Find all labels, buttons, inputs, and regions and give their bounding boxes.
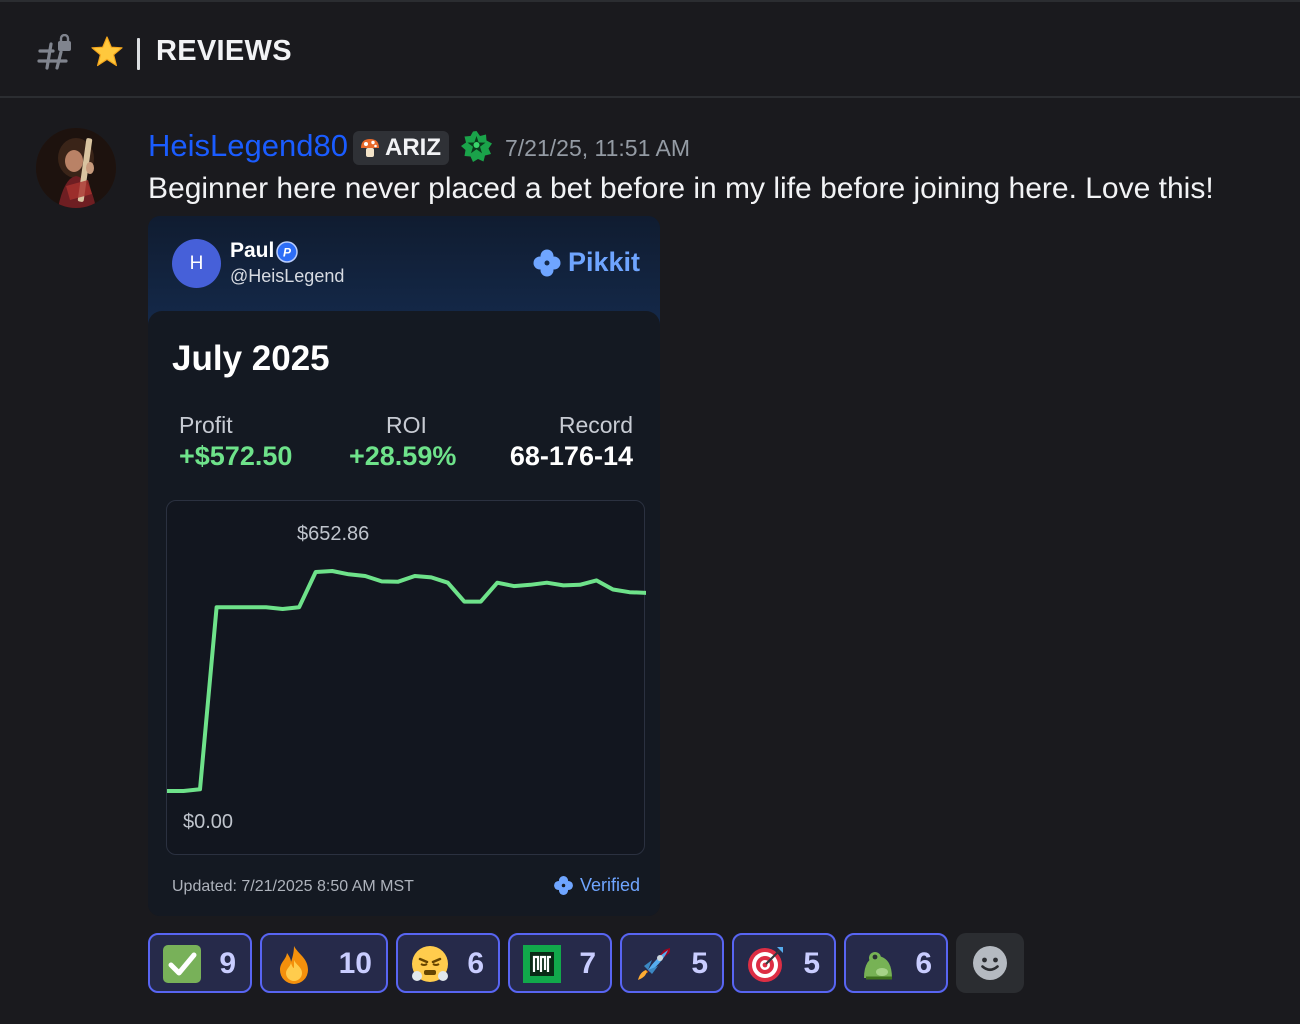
reaction-frog[interactable]: 6 [844, 933, 948, 993]
record-value: 68-176-14 [509, 441, 633, 471]
role-tag[interactable]: ARIZ [353, 131, 449, 165]
role-name: ARIZ [385, 134, 441, 161]
card-header: H Paul P @HeisLegend Pikkit [148, 216, 660, 326]
target-icon [748, 947, 783, 982]
updated-text: Updated: 7/21/2025 8:50 AM MST [172, 878, 414, 895]
card-user-name: Paul [230, 239, 275, 262]
attachment-image-card[interactable]: H Paul P @HeisLegend Pikkit July 2025 Pr… [148, 216, 660, 916]
title-divider [137, 38, 140, 70]
reaction-rocket[interactable]: 5 [620, 933, 724, 993]
message-timestamp[interactable]: 7/21/25, 11:51 AM [505, 135, 690, 162]
verified-label: Verified [553, 875, 640, 896]
svg-text:P: P [283, 246, 292, 260]
reaction-count: 7 [579, 947, 596, 980]
locked-hash-icon [37, 34, 71, 70]
reaction-check[interactable]: 9 [148, 933, 252, 993]
reaction-count: 5 [691, 947, 708, 980]
add-reaction-button[interactable] [956, 933, 1024, 993]
reaction-count: 6 [467, 947, 484, 980]
check-mark-icon [163, 945, 201, 983]
roi-value: +28.59% [349, 441, 457, 471]
card-user-handle: @HeisLegend [230, 266, 345, 286]
rocket-icon [638, 948, 670, 980]
profit-series-line [167, 569, 646, 793]
roi-label: ROI [386, 412, 427, 438]
reaction-count: 10 [338, 947, 372, 980]
reaction-steam-face[interactable]: 6 [396, 933, 500, 993]
profit-label: Profit [179, 412, 233, 438]
brand-name: Pikkit [567, 247, 640, 277]
clover-icon [533, 249, 561, 276]
channel-name: REVIEWS [156, 35, 292, 67]
reaction-count: 5 [803, 947, 820, 980]
reaction-server-logo[interactable]: 7 [508, 933, 612, 993]
verified-badge-icon: P [276, 241, 298, 263]
chart-zero-label: $0.00 [183, 811, 234, 833]
smiley-add-reaction-icon [973, 946, 1007, 980]
profit-value: +$572.50 [179, 441, 293, 471]
guild-badge-icon[interactable] [460, 130, 493, 163]
author-name[interactable]: HeisLegend80 [148, 128, 348, 164]
profit-chart-svg [167, 569, 646, 793]
reaction-target[interactable]: 5 [732, 933, 836, 993]
card-avatar: H [172, 239, 221, 288]
star-icon [91, 36, 123, 67]
fire-icon [280, 946, 308, 984]
brand-logo: Pikkit [532, 247, 640, 278]
mushroom-icon [361, 139, 379, 157]
server-logo-icon [523, 945, 561, 983]
period-title: July 2025 [172, 339, 330, 378]
chart-peak-label: $652.86 [297, 523, 370, 545]
reaction-count: 6 [915, 947, 932, 980]
channel-header: REVIEWS [0, 0, 1300, 98]
message-text: Beginner here never placed a bet before … [148, 172, 1214, 205]
record-label: Record [558, 412, 633, 438]
reaction-fire[interactable]: 10 [260, 933, 388, 993]
card-body: July 2025 Profit +$572.50 ROI +28.59% Re… [148, 311, 660, 916]
clover-icon [554, 876, 573, 895]
profit-chart: $652.86 $0.00 [166, 500, 646, 855]
reaction-count: 9 [219, 947, 236, 980]
frog-icon [864, 952, 892, 980]
steam-face-icon [412, 946, 448, 982]
verified-text: Verified [579, 875, 640, 895]
avatar[interactable] [36, 128, 116, 208]
